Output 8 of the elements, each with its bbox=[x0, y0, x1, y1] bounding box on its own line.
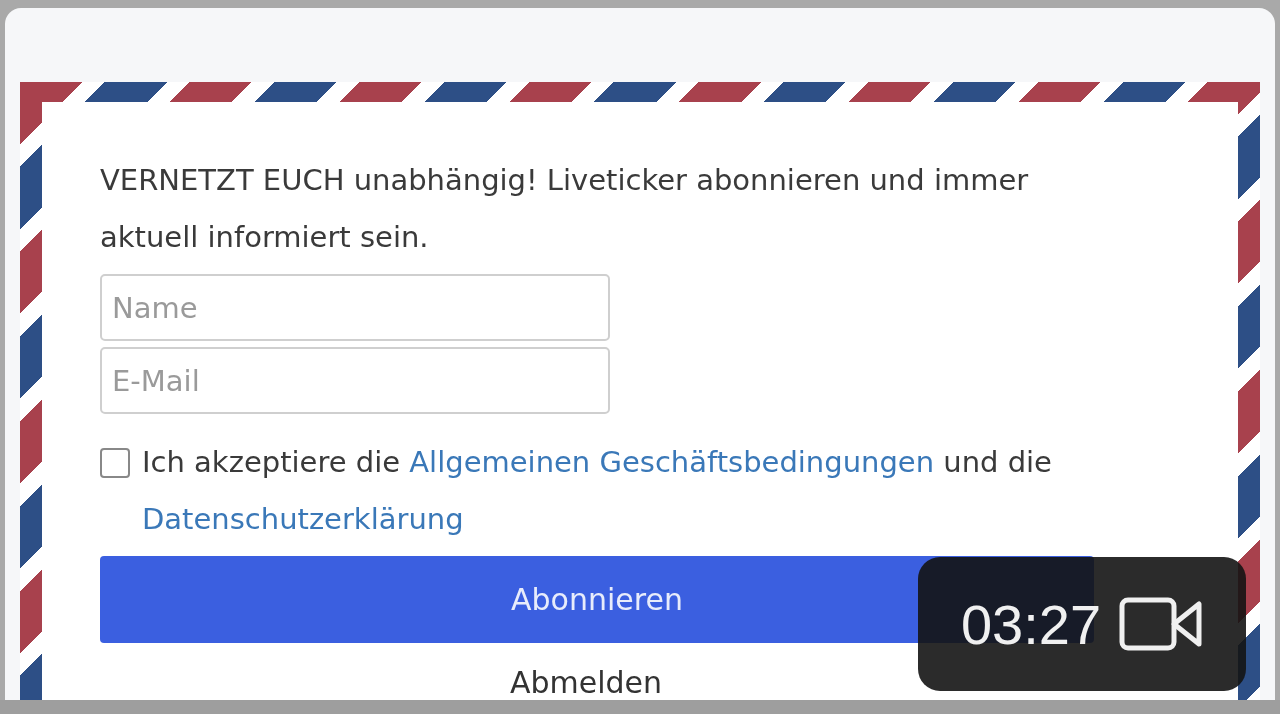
terms-link[interactable]: Allgemeinen Geschäftsbedingungen bbox=[409, 445, 935, 480]
checkbox[interactable] bbox=[100, 448, 130, 479]
intro-text: VERNETZT EUCH unabhängig! Liveticker abonnieren und immer aktuell informiert sein. bbox=[100, 162, 1030, 256]
consent-text: Ich akzeptiere die Allgemeinen Geschäftsbedingungen und die Datenschutzerklärung bbox=[142, 444, 1053, 539]
privacy-link[interactable]: Datenschutzerklärung bbox=[142, 502, 464, 537]
email-field[interactable]: E-Mail bbox=[100, 347, 610, 415]
unsubscribe-link[interactable]: Abmelden bbox=[510, 665, 663, 700]
name-field[interactable]: Name bbox=[100, 274, 610, 342]
